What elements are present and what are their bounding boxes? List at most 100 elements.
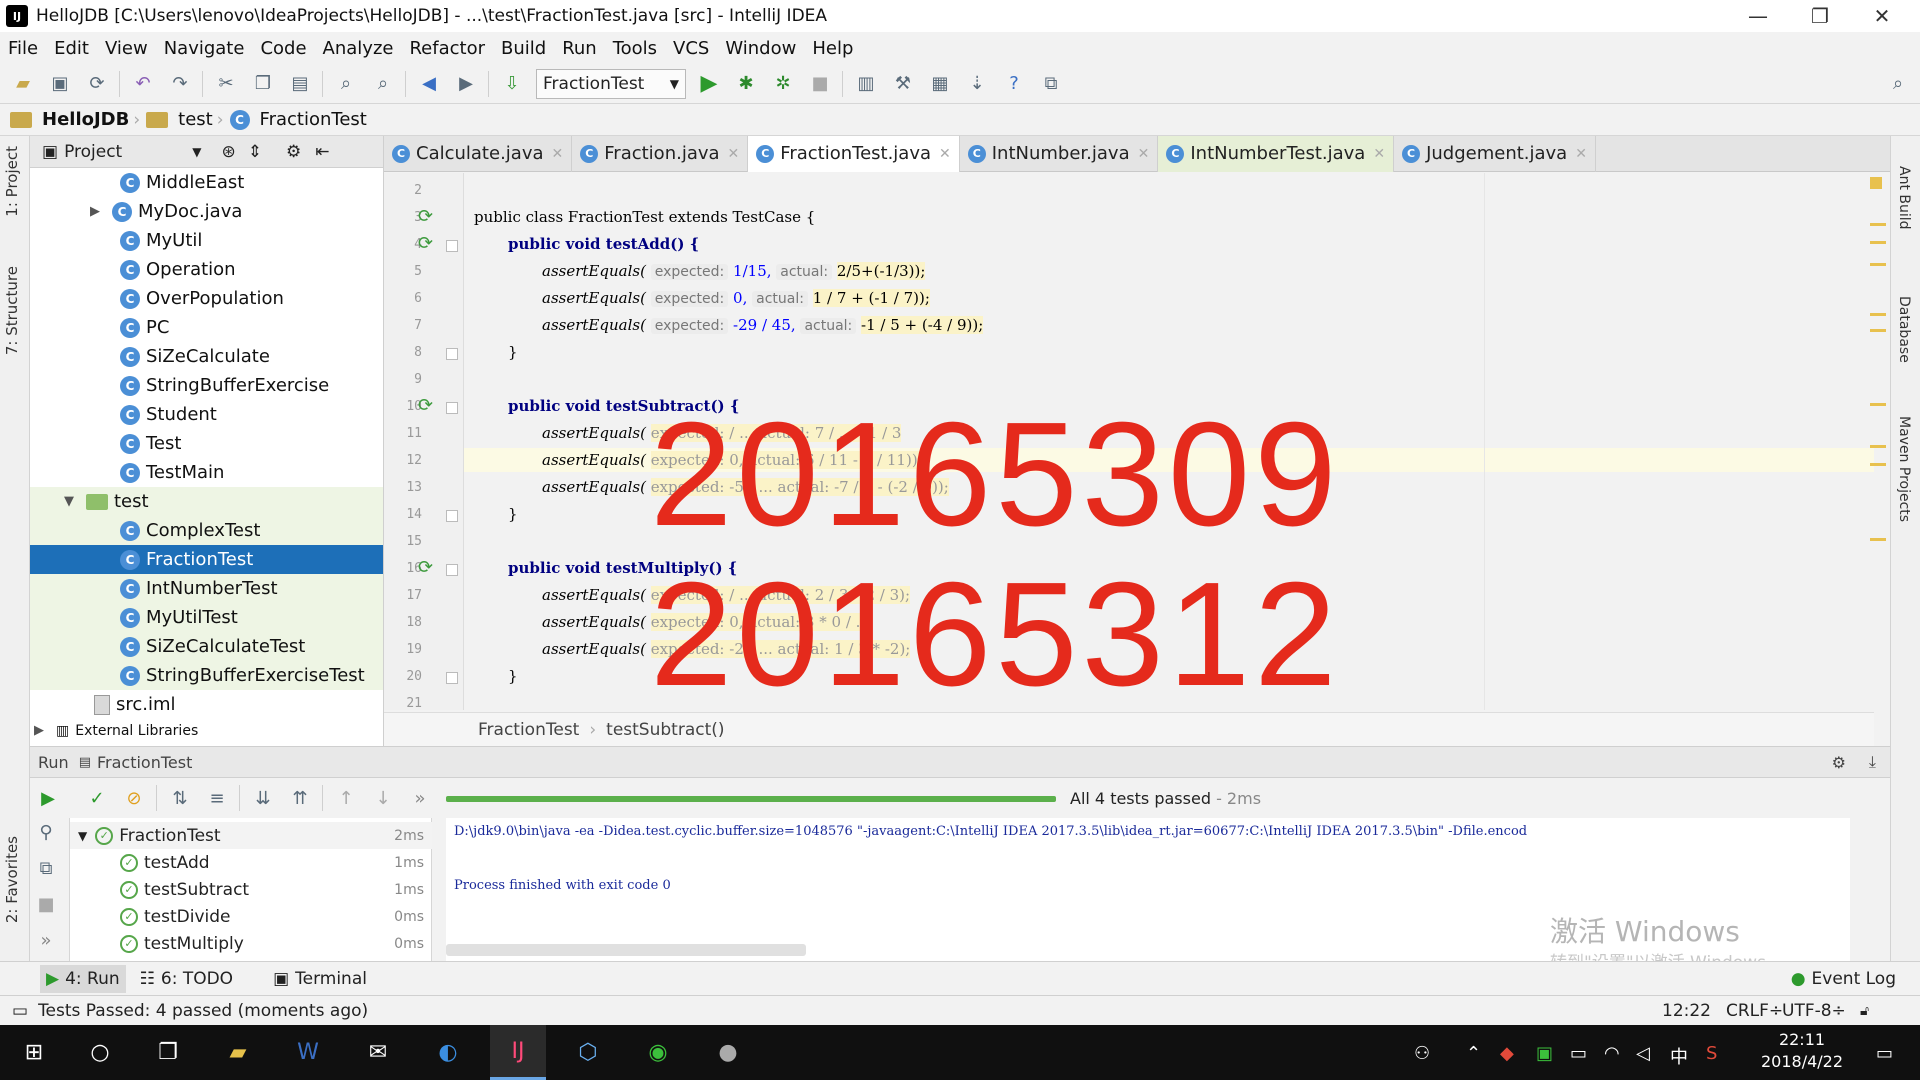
expand-arrow-icon[interactable]: ▶ [90, 204, 106, 219]
fold-icon[interactable] [446, 348, 458, 360]
open-folder-icon[interactable]: ▰ [9, 70, 37, 98]
fold-icon[interactable] [446, 510, 458, 522]
tree-item-intnumbertest[interactable]: C IntNumberTest [30, 574, 383, 603]
tab-fractiontest[interactable]: C FractionTest.java ✕ [748, 135, 960, 172]
collapse-arrow-icon[interactable]: ▼ [78, 829, 87, 843]
menu-view[interactable]: View [97, 38, 156, 59]
wifi-icon[interactable]: ◠ [1604, 1043, 1620, 1064]
breadcrumb-class[interactable]: FractionTest [478, 720, 579, 740]
tree-item-testmain[interactable]: C TestMain [30, 458, 383, 487]
test-row[interactable]: ✓ testDivide 0ms [70, 903, 432, 930]
stop-icon[interactable]: ■ [806, 70, 834, 98]
close-tab-icon[interactable]: ✕ [728, 146, 740, 162]
cut-icon[interactable]: ✂ [212, 70, 240, 98]
sdk-icon[interactable]: ⇣ [963, 70, 991, 98]
breadcrumb-class[interactable]: FractionTest [256, 109, 371, 130]
project-structure-icon[interactable]: ▦ [926, 70, 954, 98]
tree-item-pc[interactable]: C PC [30, 313, 383, 342]
collapse-all-icon[interactable]: ⇈ [286, 784, 314, 812]
battery-icon[interactable]: ▭ [1570, 1043, 1587, 1064]
minimize-button[interactable]: — [1728, 0, 1788, 32]
coverage-icon[interactable]: ✲ [769, 70, 797, 98]
close-tab-icon[interactable]: ✕ [1575, 146, 1587, 162]
chevron-down-icon[interactable]: ▼ [192, 145, 201, 159]
wechat-icon[interactable]: ◉ [630, 1025, 686, 1080]
test-row[interactable]: ✓ testSubtract 1ms [70, 876, 432, 903]
breadcrumb-method[interactable]: testSubtract() [606, 720, 724, 740]
menu-tools[interactable]: Tools [605, 38, 665, 59]
people-icon[interactable]: ⚇ [1414, 1043, 1430, 1064]
console-scrollbar[interactable] [446, 944, 806, 956]
app-icon[interactable]: ● [700, 1025, 756, 1080]
save-icon[interactable]: ▣ [46, 70, 74, 98]
search-everywhere-icon[interactable]: ⌕ [1884, 70, 1912, 98]
back-icon[interactable]: ◀ [415, 70, 443, 98]
tree-item-external-libraries[interactable]: ▶ ▥ External Libraries [30, 716, 383, 745]
tree-item-overpopulation[interactable]: C OverPopulation [30, 284, 383, 313]
redo-icon[interactable]: ↷ [166, 70, 194, 98]
forward-icon[interactable]: ▶ [452, 70, 480, 98]
warning-mark[interactable] [1870, 313, 1886, 316]
tray-app-icon[interactable]: ◆ [1500, 1043, 1514, 1064]
sogou-ime-icon[interactable]: S [1706, 1043, 1717, 1064]
next-failed-icon[interactable]: ↓ [369, 784, 397, 812]
notifications-icon[interactable]: ▭ [1876, 1043, 1893, 1064]
fold-icon[interactable] [446, 402, 458, 414]
tree-item-sizecalculate[interactable]: C SiZeCalculate [30, 342, 383, 371]
warning-mark[interactable] [1870, 241, 1886, 244]
vcs-icon[interactable]: ▥ [852, 70, 880, 98]
mail-icon[interactable]: ✉ [350, 1025, 406, 1080]
sort-alpha-icon[interactable]: ⇅ [166, 784, 194, 812]
close-tab-icon[interactable]: ✕ [552, 146, 564, 162]
menu-navigate[interactable]: Navigate [156, 38, 253, 59]
run-tool-button[interactable]: ▶ 4: Run [40, 964, 126, 993]
file-explorer-icon[interactable]: ▰ [210, 1025, 266, 1080]
cursor-position[interactable]: 12:22 [1662, 1001, 1711, 1021]
chevron-up-icon[interactable]: ⌃ [1466, 1043, 1481, 1064]
menu-code[interactable]: Code [252, 38, 314, 59]
tree-item-fractiontest[interactable]: C FractionTest [30, 545, 383, 574]
sync-icon[interactable]: ⟳ [83, 70, 111, 98]
event-log-button[interactable]: ● Event Log [1791, 969, 1896, 989]
menu-refactor[interactable]: Refactor [401, 38, 493, 59]
close-tab-icon[interactable]: ✕ [1373, 146, 1385, 162]
jvm-icon[interactable]: ⧉ [1037, 70, 1065, 98]
line-separator[interactable]: CRLF÷ [1726, 1001, 1783, 1021]
menu-analyze[interactable]: Analyze [315, 38, 402, 59]
run-config-name[interactable]: FractionTest [97, 753, 192, 772]
show-ignored-icon[interactable]: ⊘ [120, 784, 148, 812]
warning-mark[interactable] [1870, 223, 1886, 226]
more-icon[interactable]: » [406, 784, 434, 812]
project-tool-tab[interactable]: 1: Project [3, 146, 21, 217]
search-icon[interactable]: ○ [72, 1025, 128, 1080]
tree-item-test[interactable]: C Test [30, 429, 383, 458]
run-test-gutter-icon[interactable]: ⟳ [418, 206, 433, 227]
fold-icon[interactable] [446, 240, 458, 252]
test-row[interactable]: ✓ testAdd 1ms [70, 849, 432, 876]
pin-icon[interactable]: ⚲ [32, 818, 60, 846]
fold-icon[interactable] [446, 672, 458, 684]
make-project-icon[interactable]: ⇩ [498, 70, 526, 98]
menu-run[interactable]: Run [554, 38, 605, 59]
warning-mark[interactable] [1870, 538, 1886, 541]
tree-item-mydoc[interactable]: ▶ C MyDoc.java [30, 197, 383, 226]
expand-arrow-icon[interactable]: ▶ [34, 723, 50, 738]
find-icon[interactable]: ⌕ [332, 70, 360, 98]
tab-intnumber[interactable]: C IntNumber.java ✕ [960, 135, 1159, 172]
todo-tool-button[interactable]: ☷ 6: TODO [140, 969, 233, 989]
warning-mark[interactable] [1870, 329, 1886, 332]
scroll-from-source-icon[interactable]: ⊛ [221, 142, 235, 162]
help-icon[interactable]: ? [1000, 70, 1028, 98]
close-tab-icon[interactable]: ✕ [1138, 146, 1150, 162]
structure-tool-tab[interactable]: 7: Structure [3, 266, 21, 355]
error-stripe[interactable] [1866, 173, 1888, 710]
run-test-gutter-icon[interactable]: ⟳ [418, 395, 433, 416]
menu-help[interactable]: Help [804, 38, 861, 59]
replace-icon[interactable]: ⌕ [369, 70, 397, 98]
ime-indicator[interactable]: 中 [1670, 1043, 1688, 1069]
close-tab-icon[interactable]: ✕ [939, 146, 951, 162]
prev-failed-icon[interactable]: ↑ [332, 784, 360, 812]
run-test-gutter-icon[interactable]: ⟳ [418, 233, 433, 254]
menu-edit[interactable]: Edit [46, 38, 97, 59]
hide-icon[interactable]: ⤓ [1869, 752, 1876, 772]
